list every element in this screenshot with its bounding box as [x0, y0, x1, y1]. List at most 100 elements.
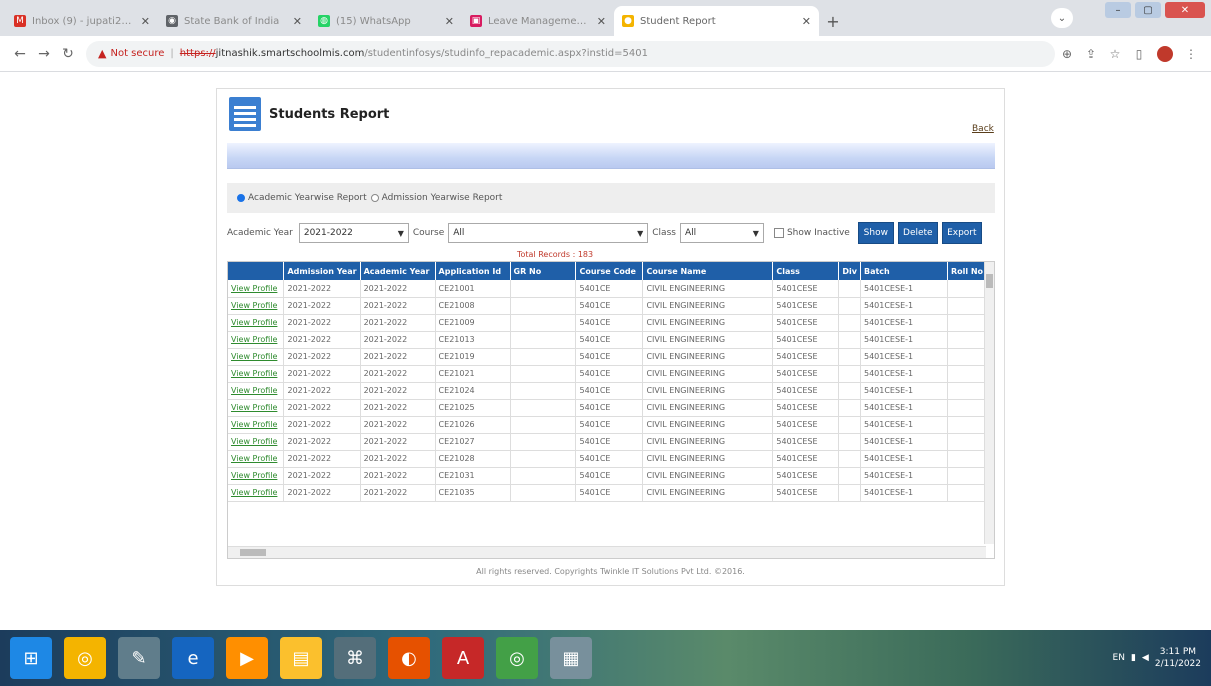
clock[interactable]: 3:11 PM 2/11/2022: [1155, 646, 1201, 670]
forward-arrow-icon[interactable]: →: [32, 46, 56, 62]
media-icon[interactable]: ▶: [226, 637, 268, 679]
network-icon[interactable]: ⌘: [334, 637, 376, 679]
chevron-down-icon: ▼: [637, 228, 644, 238]
back-arrow-icon[interactable]: ←: [8, 46, 32, 62]
view-profile-link[interactable]: View Profile: [228, 450, 285, 468]
close-tab-icon[interactable]: ✕: [597, 15, 606, 28]
scroll-thumb[interactable]: [240, 549, 266, 556]
volume-icon[interactable]: ◀: [1142, 653, 1149, 663]
admission-radio-label[interactable]: Admission Yearwise Report: [382, 193, 503, 203]
table-cell: 2021-2022: [360, 314, 436, 332]
column-header[interactable]: Batch: [860, 262, 948, 280]
browser-tab[interactable]: ▣ Leave Management | Home P ✕: [462, 6, 614, 36]
not-secure-label: Not secure: [110, 48, 165, 59]
academic-year-select[interactable]: 2021-2022 ▼: [298, 223, 409, 243]
academic-radio[interactable]: [237, 194, 245, 202]
calc-icon[interactable]: ▦: [550, 637, 592, 679]
view-profile-link[interactable]: View Profile: [228, 314, 285, 332]
admission-radio[interactable]: [370, 194, 379, 202]
table-cell: 5401CESE: [772, 450, 840, 468]
chrome-icon[interactable]: ◎: [64, 637, 106, 679]
close-tab-icon[interactable]: ✕: [802, 15, 811, 28]
tool-icon[interactable]: ✎: [118, 637, 160, 679]
browser-tab[interactable]: ◍ (15) WhatsApp ✕: [310, 6, 462, 36]
show-button[interactable]: Show: [857, 222, 894, 244]
show-inactive-label[interactable]: Show Inactive: [787, 228, 850, 238]
close-tab-icon[interactable]: ✕: [293, 15, 302, 28]
column-header[interactable]: Academic Year: [360, 262, 436, 280]
view-profile-link[interactable]: View Profile: [228, 484, 285, 502]
table-cell: 5401CESE: [772, 433, 840, 451]
class-select[interactable]: All ▼: [679, 223, 764, 243]
view-profile-link[interactable]: View Profile: [228, 382, 285, 400]
table-cell: CIVIL ENGINEERING: [642, 365, 774, 383]
column-header[interactable]: Class: [772, 262, 840, 280]
column-header[interactable]: Div: [838, 262, 861, 280]
browser-tab-strip: M Inbox (9) - jupati2011@gmai ✕ ◉ State Bank…: [0, 0, 1211, 36]
tab-search-icon[interactable]: ⌄: [1051, 8, 1073, 28]
close-tab-icon[interactable]: ✕: [445, 15, 454, 28]
browser-tab[interactable]: ◉ State Bank of India ✕: [158, 6, 310, 36]
table-cell: CIVIL ENGINEERING: [642, 348, 774, 366]
new-tab-button[interactable]: +: [819, 6, 847, 36]
column-header[interactable]: Course Name: [642, 262, 774, 280]
view-profile-link[interactable]: View Profile: [228, 399, 285, 417]
close-tab-icon[interactable]: ✕: [141, 15, 150, 28]
view-profile-link[interactable]: View Profile: [228, 416, 285, 434]
explorer-icon[interactable]: ▤: [280, 637, 322, 679]
table-cell: CIVIL ENGINEERING: [642, 382, 774, 400]
profile-avatar[interactable]: [1157, 45, 1173, 62]
view-profile-link[interactable]: View Profile: [228, 433, 285, 451]
academic-radio-label[interactable]: Academic Yearwise Report: [248, 193, 367, 203]
network-tray-icon[interactable]: ▮: [1131, 653, 1136, 663]
course-select[interactable]: All ▼: [448, 223, 649, 243]
acrobat-icon[interactable]: A: [442, 637, 484, 679]
view-profile-link[interactable]: View Profile: [228, 331, 285, 349]
export-button[interactable]: Export: [941, 222, 982, 244]
ie-icon[interactable]: e: [172, 637, 214, 679]
scroll-thumb[interactable]: [986, 274, 993, 288]
table-cell: CIVIL ENGINEERING: [642, 297, 774, 315]
table-cell: 5401CE: [575, 450, 644, 468]
browser-tab[interactable]: M Inbox (9) - jupati2011@gmai ✕: [6, 6, 158, 36]
table-row: View Profile 2021-2022 2021-2022 CE21028 540…: [228, 450, 994, 468]
browser-tab[interactable]: ● Student Report ✕: [614, 6, 819, 36]
table-cell: CIVIL ENGINEERING: [642, 484, 774, 502]
column-header[interactable]: Course Code: [575, 262, 644, 280]
view-profile-link[interactable]: View Profile: [228, 365, 285, 383]
minimize-button[interactable]: –: [1105, 2, 1131, 18]
start-icon[interactable]: ⊞: [10, 637, 52, 679]
menu-dots-icon[interactable]: ⋮: [1179, 47, 1203, 61]
view-profile-link[interactable]: View Profile: [228, 280, 285, 298]
column-header[interactable]: GR No: [510, 262, 577, 280]
table-cell: 5401CE: [575, 297, 644, 315]
share-icon[interactable]: ⇪: [1079, 47, 1103, 61]
firefox-icon[interactable]: ◐: [388, 637, 430, 679]
back-link[interactable]: Back: [972, 124, 994, 134]
column-header[interactable]: [228, 262, 285, 280]
url-input[interactable]: ▲ Not secure | https:// jitnashik.smarts…: [86, 40, 1055, 67]
view-profile-link[interactable]: View Profile: [228, 467, 285, 485]
zoom-icon[interactable]: ⊕: [1055, 47, 1079, 61]
column-header[interactable]: Admission Year: [283, 262, 361, 280]
show-inactive-checkbox[interactable]: [773, 228, 784, 238]
close-window-button[interactable]: ✕: [1165, 2, 1205, 18]
maximize-button[interactable]: ▢: [1135, 2, 1161, 18]
table-cell: 2021-2022: [283, 433, 361, 451]
table-cell: CE21035: [435, 484, 511, 502]
language-indicator[interactable]: EN: [1113, 653, 1125, 663]
delete-button[interactable]: Delete: [897, 222, 938, 244]
table-cell: 5401CE: [575, 382, 644, 400]
column-header[interactable]: Application Id: [435, 262, 511, 280]
sidepanel-icon[interactable]: ▯: [1127, 47, 1151, 61]
horizontal-scrollbar[interactable]: [228, 546, 986, 558]
reload-icon[interactable]: ↻: [56, 46, 80, 62]
table-cell: 5401CESE: [772, 416, 840, 434]
view-profile-link[interactable]: View Profile: [228, 297, 285, 315]
bookmark-star-icon[interactable]: ☆: [1103, 47, 1127, 61]
vertical-scrollbar[interactable]: [984, 262, 994, 544]
chrome-icon-2[interactable]: ◎: [496, 637, 538, 679]
view-profile-link[interactable]: View Profile: [228, 348, 285, 366]
table-cell: CE21028: [435, 450, 511, 468]
table-cell: 5401CESE-1: [860, 348, 948, 366]
